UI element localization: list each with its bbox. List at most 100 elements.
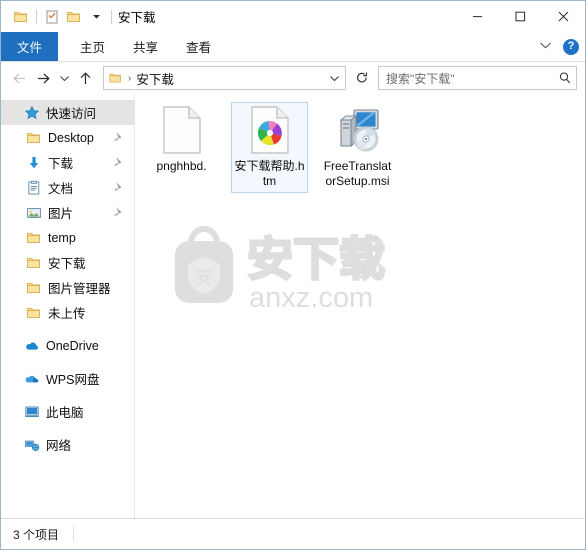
watermark-cn-text: 安下载: [247, 233, 385, 285]
sidebar-item-label: 安下载: [48, 257, 86, 271]
blank-document-icon: [158, 106, 206, 154]
search-input[interactable]: 搜索"安下载": [378, 66, 577, 90]
file-item[interactable]: 安下载帮助.htm: [231, 102, 308, 193]
file-name: pnghhbd.: [156, 159, 207, 173]
tab-view[interactable]: 查看: [172, 32, 225, 61]
navigation-pane: 快速访问 Desktop 下载 文档 图片 temp 安下载 图片管理器 未上传…: [1, 94, 135, 518]
tab-file[interactable]: 文件: [1, 32, 59, 61]
breadcrumb-dropdown-icon[interactable]: [326, 68, 343, 88]
network-icon: [23, 437, 40, 453]
properties-icon[interactable]: [41, 6, 63, 28]
downloads-icon: [25, 155, 42, 171]
recent-locations-button[interactable]: [55, 66, 73, 90]
up-button[interactable]: [73, 66, 97, 90]
sidebar-item-label: 网络: [46, 439, 72, 453]
back-button[interactable]: [7, 66, 31, 90]
folder-icon: [25, 130, 42, 146]
file-grid: pnghhbd. 安下载帮助.htm FreeTranslatorSetup.m…: [135, 94, 585, 193]
maximize-button[interactable]: [499, 1, 542, 32]
pictures-icon: [25, 205, 42, 221]
new-folder-icon[interactable]: [63, 6, 85, 28]
documents-icon: [25, 180, 42, 196]
sidebar-item-quick-access[interactable]: 快速访问: [1, 100, 134, 125]
sidebar-item-picture-manager[interactable]: 图片管理器: [1, 275, 134, 300]
file-item[interactable]: FreeTranslatorSetup.msi: [319, 102, 396, 193]
sidebar-item-desktop[interactable]: Desktop: [1, 125, 134, 150]
sidebar-item-label: 未上传: [48, 307, 86, 321]
search-placeholder: 搜索"安下载": [386, 71, 455, 86]
sidebar-item-documents[interactable]: 文档: [1, 175, 134, 200]
chevron-down-icon[interactable]: [536, 41, 555, 53]
sidebar-item-downloads[interactable]: 下载: [1, 150, 134, 175]
breadcrumb-current-folder[interactable]: 安下载: [136, 69, 174, 88]
file-list-pane[interactable]: 安 安下载 anxz.com pnghhbd. 安下载帮助.htm FreeTr…: [135, 94, 585, 518]
sidebar-item-label: 此电脑: [46, 406, 84, 420]
sidebar-item-onedrive[interactable]: OneDrive: [1, 333, 134, 358]
sidebar-item-label: 快速访问: [46, 107, 97, 121]
sidebar-item-pictures[interactable]: 图片: [1, 200, 134, 225]
msi-installer-icon: [334, 106, 382, 154]
sidebar-item-label: 图片: [48, 207, 74, 221]
breadcrumb[interactable]: › 安下载: [103, 66, 346, 90]
pin-icon[interactable]: [112, 130, 125, 146]
breadcrumb-separator[interactable]: ›: [128, 73, 131, 84]
sidebar-item-wps-cloud[interactable]: WPS网盘: [1, 366, 134, 391]
sidebar-item-label: Desktop: [48, 130, 94, 145]
sidebar-item-not-uploaded[interactable]: 未上传: [1, 300, 134, 325]
folder-icon: [25, 255, 42, 271]
chrome-html-icon: [246, 106, 294, 154]
breadcrumb-folder-icon: [108, 71, 123, 85]
watermark-domain-text: anxz.com: [249, 282, 373, 314]
file-name: 安下载帮助.htm: [234, 159, 305, 188]
sidebar-item-this-pc[interactable]: 此电脑: [1, 399, 134, 424]
address-bar: › 安下载 搜索"安下载": [1, 62, 585, 94]
onedrive-cloud-icon: [23, 338, 40, 354]
search-icon[interactable]: [558, 71, 572, 85]
pin-icon[interactable]: [112, 180, 125, 196]
refresh-button[interactable]: [350, 66, 374, 90]
title-divider: [111, 9, 112, 24]
quick-access-toolbar: 安下载: [1, 6, 156, 28]
sidebar-item-network[interactable]: 网络: [1, 432, 134, 457]
sidebar-item-temp[interactable]: temp: [1, 225, 134, 250]
folder-icon: [25, 280, 42, 296]
minimize-button[interactable]: [456, 1, 499, 32]
file-explorer-window: 安下载 文件 主页 共享 查看 ? › 安下载 搜索"安下载" 快速访问 Des…: [0, 0, 586, 550]
sidebar-item-label: 文档: [48, 182, 74, 196]
title-bar: 安下载: [1, 1, 585, 32]
this-pc-icon: [23, 404, 40, 420]
help-icon[interactable]: ?: [563, 38, 579, 55]
pin-icon[interactable]: [112, 205, 125, 221]
sidebar-item-anxiazai[interactable]: 安下载: [1, 250, 134, 275]
sidebar-item-label: OneDrive: [46, 338, 99, 353]
folder-icon: [25, 305, 42, 321]
watermark-badge-char: 安: [196, 268, 213, 287]
sidebar-item-label: 下载: [48, 157, 74, 171]
tab-share[interactable]: 共享: [119, 32, 172, 61]
sidebar-item-label: 图片管理器: [48, 282, 111, 296]
toolbar-divider: [36, 9, 37, 24]
status-bar: 3 个项目: [1, 518, 585, 549]
site-watermark: 安 安下载 anxz.com: [163, 221, 415, 317]
folder-icon: [25, 230, 42, 246]
explorer-body: 快速访问 Desktop 下载 文档 图片 temp 安下载 图片管理器 未上传…: [1, 94, 585, 518]
pin-icon[interactable]: [112, 155, 125, 171]
ribbon-tabs: 文件 主页 共享 查看 ?: [1, 32, 585, 62]
forward-button[interactable]: [31, 66, 55, 90]
close-button[interactable]: [542, 1, 585, 32]
folder-icon[interactable]: [10, 6, 32, 28]
tab-home[interactable]: 主页: [66, 32, 119, 61]
customize-chevron-icon[interactable]: [85, 6, 107, 28]
star-icon: [23, 105, 40, 121]
item-count-label: 3 个项目: [13, 527, 60, 542]
status-divider: [73, 526, 75, 542]
ribbon-right-controls: ?: [536, 32, 579, 61]
file-item[interactable]: pnghhbd.: [143, 102, 220, 193]
wps-cloud-icon: [23, 371, 40, 387]
window-title: 安下载: [118, 11, 156, 25]
sidebar-item-label: temp: [48, 230, 76, 245]
